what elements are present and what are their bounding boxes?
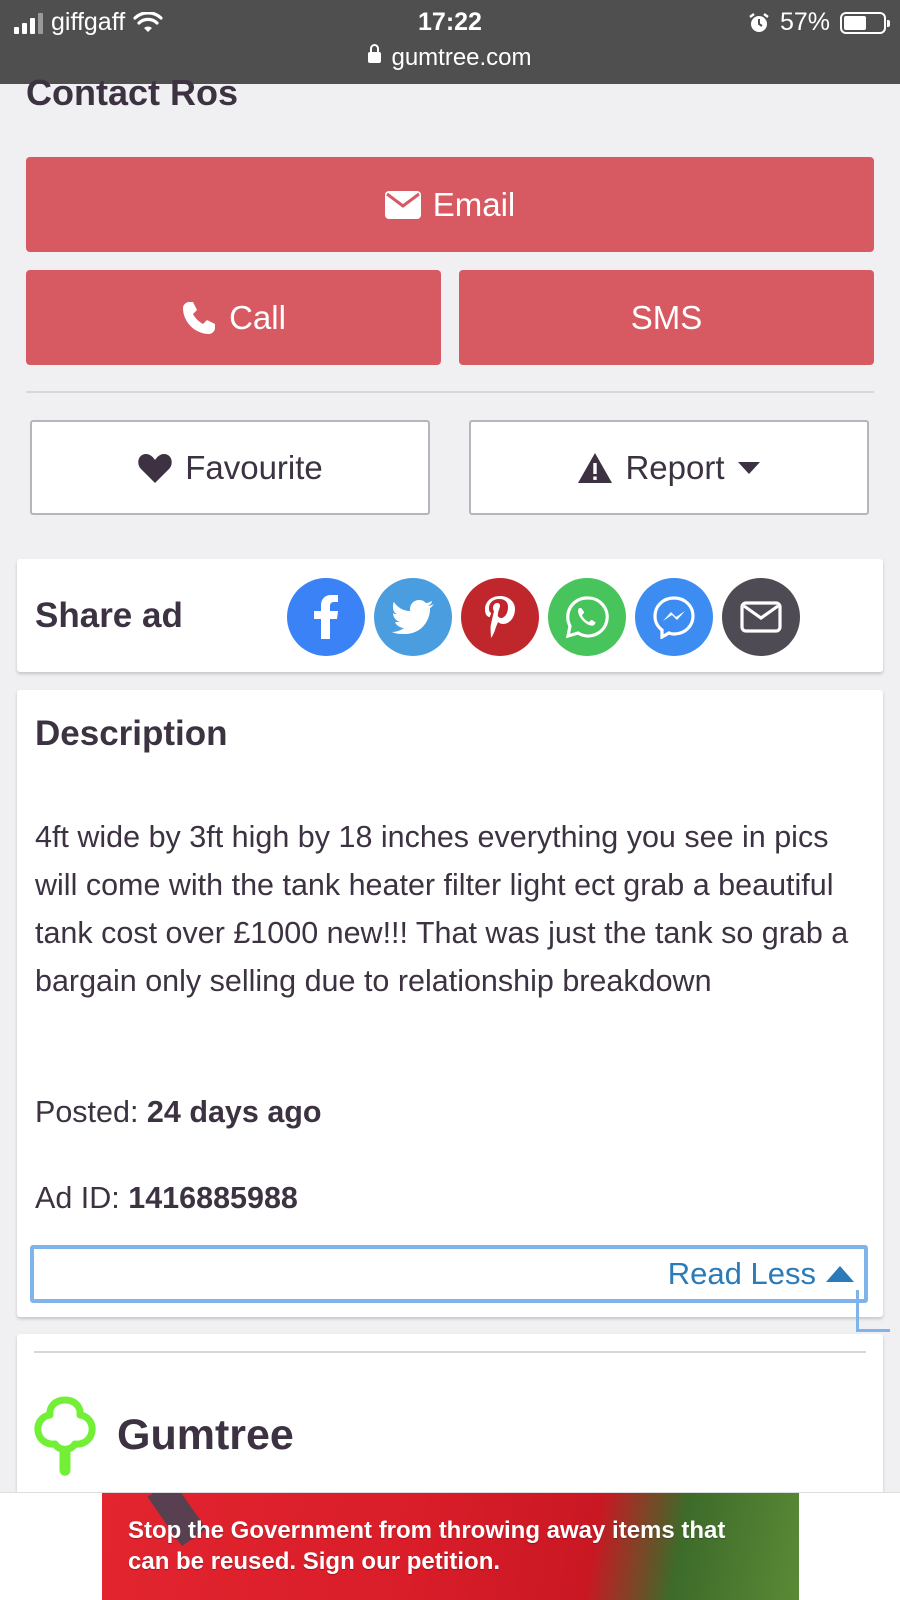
email-share-button[interactable] [722, 578, 800, 656]
messenger-icon [653, 596, 695, 639]
gumtree-tree-icon [34, 1396, 96, 1476]
caret-down-icon [737, 461, 760, 474]
read-less-button[interactable]: Read Less [30, 1245, 868, 1303]
lock-icon [368, 44, 382, 64]
email-button[interactable]: Email [26, 157, 874, 252]
twitter-icon [392, 600, 434, 634]
ad-container: Stop the Government from throwing away i… [0, 1492, 900, 1600]
battery-info: 57% [748, 8, 890, 37]
call-button-label: Call [229, 298, 286, 336]
ad-id-info: Ad ID: 1416885988 [35, 1181, 298, 1216]
share-ad-title: Share ad [35, 596, 183, 635]
report-button[interactable]: Report [469, 420, 869, 515]
whatsapp-share-button[interactable] [548, 578, 626, 656]
posted-info: Posted: 24 days ago [35, 1095, 322, 1130]
caret-up-icon [826, 1266, 854, 1282]
favourite-button-label: Favourite [185, 448, 323, 486]
facebook-share-button[interactable] [287, 578, 365, 656]
address-bar[interactable]: gumtree.com [0, 44, 900, 72]
envelope-icon [384, 190, 421, 219]
warning-icon [578, 452, 613, 483]
report-button-label: Report [625, 448, 725, 486]
heart-icon [138, 453, 172, 483]
ad-banner[interactable]: Stop the Government from throwing away i… [102, 1493, 799, 1600]
posted-label: Posted: [35, 1095, 139, 1129]
divider [26, 391, 874, 393]
gumtree-logo[interactable]: Gumtree [33, 1394, 294, 1476]
twitter-share-button[interactable] [374, 578, 452, 656]
focus-ring-fragment [856, 1290, 890, 1332]
ad-id-label: Ad ID: [35, 1181, 120, 1215]
phone-icon [183, 301, 216, 334]
read-less-label: Read Less [667, 1256, 816, 1291]
alarm-icon [749, 12, 769, 32]
battery-icon [840, 11, 890, 34]
call-button[interactable]: Call [26, 270, 441, 365]
pinterest-icon [485, 596, 515, 638]
description-title: Description [35, 714, 228, 753]
contact-title: Contact Ros [26, 72, 239, 113]
facebook-icon [314, 595, 338, 639]
messenger-share-button[interactable] [635, 578, 713, 656]
pinterest-share-button[interactable] [461, 578, 539, 656]
sms-button[interactable]: SMS [459, 270, 874, 365]
ad-id-value: 1416885988 [128, 1181, 298, 1215]
whatsapp-icon [565, 596, 609, 639]
favourite-button[interactable]: Favourite [30, 420, 430, 515]
divider [34, 1351, 866, 1353]
url-text: gumtree.com [391, 44, 532, 71]
posted-value: 24 days ago [146, 1095, 322, 1129]
email-button-label: Email [432, 185, 516, 223]
sms-button-label: SMS [630, 298, 703, 336]
description-body: 4ft wide by 3ft high by 18 inches everyt… [35, 820, 849, 998]
battery-percent: 57% [779, 8, 830, 36]
gumtree-wordmark: Gumtree [117, 1410, 294, 1459]
description-card: Description 4ft wide by 3ft high by 18 i… [17, 690, 883, 1317]
share-ad-card: Share ad [17, 559, 883, 672]
envelope-icon [740, 601, 782, 633]
ad-text: Stop the Government from throwing away i… [128, 1517, 726, 1575]
